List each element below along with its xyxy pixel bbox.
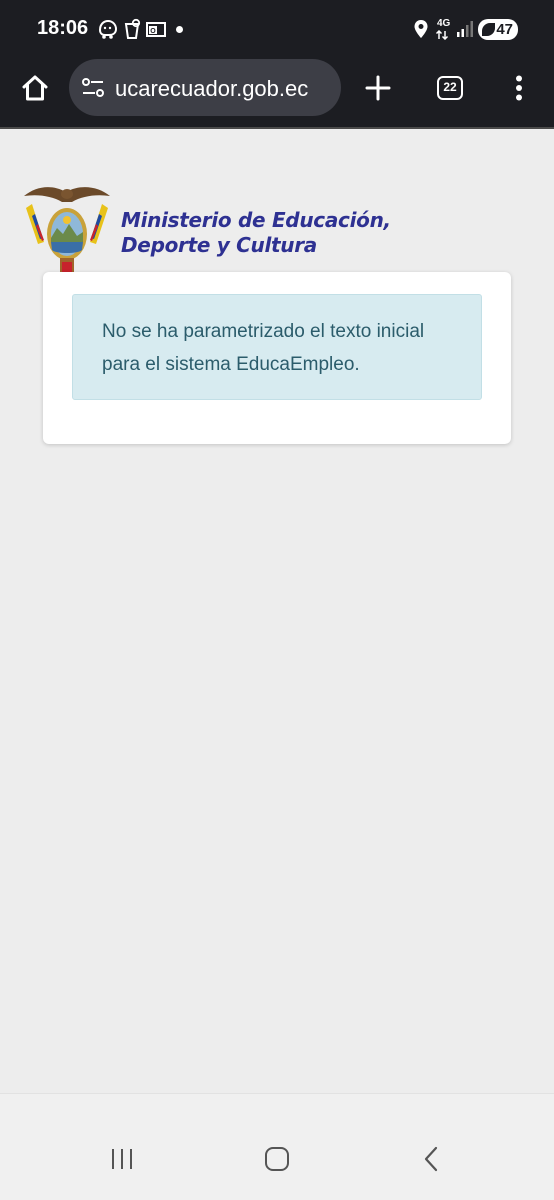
- tab-count: 22: [443, 80, 457, 94]
- waze-icon: [98, 19, 118, 39]
- site-settings-icon[interactable]: [81, 77, 105, 99]
- battery-saver-icon: [482, 23, 495, 36]
- outlook-icon: O: [146, 22, 166, 37]
- ministry-name: Ministerio de Educación, Deporte y Cultu…: [121, 208, 391, 258]
- location-icon: [414, 20, 428, 38]
- tab-switcher-button[interactable]: 22: [430, 68, 470, 108]
- cup-icon: [124, 18, 141, 39]
- status-time: 18:06: [37, 17, 89, 39]
- svg-text:O: O: [150, 28, 156, 35]
- home-button[interactable]: [16, 68, 54, 108]
- recents-button[interactable]: [102, 1139, 142, 1179]
- battery-indicator: 47: [478, 19, 518, 40]
- back-icon: [424, 1146, 438, 1172]
- data-arrows-icon: [435, 30, 449, 40]
- ministry-line-2: Deporte y Cultura: [121, 233, 318, 257]
- new-tab-button[interactable]: [358, 68, 398, 108]
- menu-button[interactable]: [504, 68, 534, 108]
- back-button[interactable]: [412, 1139, 452, 1179]
- content-card: No se ha parametrizado el texto inicial …: [43, 272, 511, 444]
- tab-switcher-icon: 22: [437, 76, 463, 100]
- status-bar: 18:06 O 4G 47: [0, 0, 554, 60]
- menu-icon: [516, 75, 522, 101]
- system-nav-bar: [0, 1093, 554, 1200]
- signal-icon: [457, 21, 473, 37]
- notification-dot: [176, 26, 183, 33]
- ministry-line-1: Ministerio de Educación,: [121, 208, 391, 232]
- network-type: 4G: [437, 18, 451, 29]
- info-alert: No se ha parametrizado el texto inicial …: [72, 294, 482, 400]
- home-icon: [22, 75, 48, 101]
- recents-icon: [112, 1149, 132, 1169]
- address-bar[interactable]: ucarecuador.gob.ec: [69, 59, 341, 116]
- new-tab-icon: [365, 75, 391, 101]
- toolbar-divider: [0, 127, 554, 129]
- coat-of-arms-logo: [24, 187, 110, 276]
- alert-message: No se ha parametrizado el texto inicial …: [102, 321, 425, 375]
- battery-level: 47: [496, 21, 513, 38]
- url-text[interactable]: ucarecuador.gob.ec: [115, 76, 333, 102]
- home-nav-button[interactable]: [257, 1139, 297, 1179]
- home-nav-icon: [265, 1147, 289, 1171]
